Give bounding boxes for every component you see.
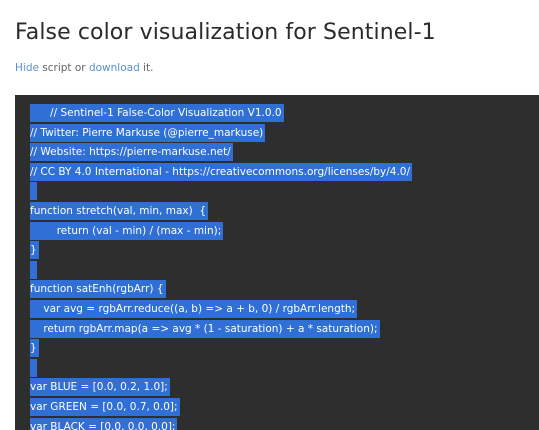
selected-code-text: var BLACK = [0.0, 0.0, 0.0]; <box>30 417 178 430</box>
code-block[interactable]: // Sentinel-1 False-Color Visualization … <box>15 95 539 430</box>
script-links-tail: it. <box>139 62 154 74</box>
code-line: } <box>30 241 539 261</box>
code-line: function satEnh(rgbArr) { <box>30 280 539 300</box>
code-line: var GREEN = [0.0, 0.7, 0.0]; <box>30 397 539 418</box>
selected-code-text: // CC BY 4.0 International - https://cre… <box>30 162 413 181</box>
selected-code-text: var BLUE = [0.0, 0.2, 1.0]; <box>30 378 170 397</box>
code-line: function stretch(val, min, max) { <box>30 201 539 222</box>
selected-code-text: // Sentinel-1 False-Color Visualization … <box>30 104 284 122</box>
selected-code-text: return (val - min) / (max - min); <box>30 221 224 240</box>
code-line: // Twitter: Pierre Markuse (@pierre_mark… <box>30 123 539 144</box>
selected-code-text: function satEnh(rgbArr) { <box>30 280 166 299</box>
code-line: // Website: https://pierre-markuse.net/ <box>30 143 539 163</box>
code-line: } <box>30 339 539 359</box>
code-line <box>30 358 539 379</box>
selected-code-text: // Website: https://pierre-markuse.net/ <box>30 143 233 162</box>
selected-code-text: return rgbArr.map(a => avg * (1 - satura… <box>30 319 380 338</box>
code-line: var avg = rgbArr.reduce((a, b) => a + b,… <box>30 299 539 320</box>
selected-code-text <box>30 182 38 201</box>
code-line: // CC BY 4.0 International - https://cre… <box>30 162 539 183</box>
script-links: Hide script or download it. <box>15 62 153 74</box>
selected-code-text: // Twitter: Pierre Markuse (@pierre_mark… <box>30 123 266 142</box>
code-line: return (val - min) / (max - min); <box>30 221 539 242</box>
code-line <box>30 260 539 281</box>
code-line <box>30 182 539 202</box>
selected-code-text: var GREEN = [0.0, 0.7, 0.0]; <box>30 397 180 416</box>
script-links-text: script or <box>38 62 89 74</box>
page-title: False color visualization for Sentinel-1 <box>15 20 436 45</box>
selected-code-text <box>30 260 38 279</box>
download-script-link[interactable]: download <box>89 62 140 74</box>
code-lines: // Sentinel-1 False-Color Visualization … <box>15 95 539 430</box>
selected-code-text: } <box>30 241 39 260</box>
code-line: var BLACK = [0.0, 0.0, 0.0]; <box>30 417 539 430</box>
code-line: return rgbArr.map(a => avg * (1 - satura… <box>30 319 539 340</box>
code-line: // Sentinel-1 False-Color Visualization … <box>30 104 539 124</box>
selected-code-text: function stretch(val, min, max) { <box>30 201 209 220</box>
hide-script-link[interactable]: Hide <box>15 62 39 74</box>
selected-code-text: var avg = rgbArr.reduce((a, b) => a + b,… <box>30 299 358 318</box>
selected-code-text: } <box>30 339 39 358</box>
selected-code-text <box>30 358 38 377</box>
code-line: var BLUE = [0.0, 0.2, 1.0]; <box>30 378 539 398</box>
